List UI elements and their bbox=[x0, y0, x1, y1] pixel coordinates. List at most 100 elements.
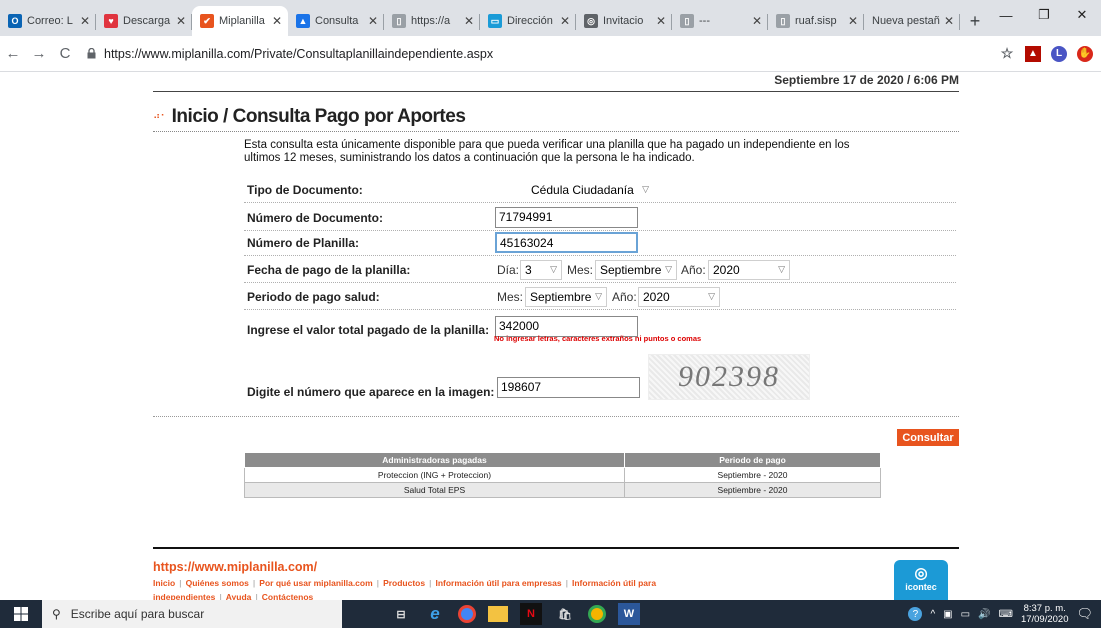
battery-icon[interactable]: ▭ bbox=[961, 609, 970, 620]
tab-title: --- bbox=[699, 15, 710, 27]
keyboard-icon[interactable]: ⌨ bbox=[999, 609, 1013, 620]
captcha-label: Digite el número que aparece en la image… bbox=[247, 385, 495, 399]
dia-label: Día: bbox=[497, 262, 520, 277]
browser-tab[interactable]: ▭ Dirección ✕ bbox=[480, 6, 576, 36]
forward-icon[interactable]: → bbox=[26, 41, 52, 67]
address-bar[interactable]: https://www.miplanilla.com/Private/Consu… bbox=[84, 41, 999, 67]
tab-close-icon[interactable]: ✕ bbox=[656, 14, 666, 28]
browser-tab[interactable]: ♥ Descarga ✕ bbox=[96, 6, 192, 36]
footer-link[interactable]: Información útil para empresas bbox=[435, 578, 561, 588]
tab-favicon-icon: ✔ bbox=[200, 14, 214, 28]
word-icon[interactable]: W bbox=[618, 603, 640, 625]
anio-select[interactable]: 2020 ▽ bbox=[708, 259, 790, 280]
breadcrumb-home[interactable]: Inicio bbox=[172, 106, 219, 127]
tab-close-icon[interactable]: ✕ bbox=[848, 14, 858, 28]
tipo-documento-value: Cédula Ciudadanía bbox=[531, 182, 634, 197]
tab-title: Consulta bbox=[315, 15, 359, 27]
tab-close-icon[interactable]: ✕ bbox=[368, 14, 378, 28]
browser-tab[interactable]: ◎ Invitacio ✕ bbox=[576, 6, 672, 36]
chrome-icon[interactable] bbox=[458, 605, 476, 623]
bookmark-star-icon[interactable]: ☆ bbox=[999, 45, 1015, 62]
captcha-input[interactable]: 198607 bbox=[497, 377, 640, 398]
tray-chevron-icon[interactable]: ^ bbox=[930, 609, 935, 620]
notifications-icon[interactable]: 🗨 bbox=[1076, 606, 1093, 622]
browser-tab[interactable]: O Correo: L ✕ bbox=[0, 6, 96, 36]
footer-link[interactable]: Ayuda bbox=[226, 592, 252, 600]
browser-tab[interactable]: ▲ Consulta ✕ bbox=[288, 6, 384, 36]
dia-value: 3 bbox=[525, 262, 532, 277]
profile-avatar[interactable]: L bbox=[1051, 45, 1067, 62]
breadcrumb-current: Consulta Pago por Aportes bbox=[232, 105, 466, 127]
browser-tab[interactable]: ▯ https://a ✕ bbox=[384, 6, 480, 36]
mes-select[interactable]: Septiembre ▽ bbox=[595, 259, 677, 280]
tipo-documento-select[interactable]: Cédula Ciudadanía ▽ bbox=[526, 180, 654, 200]
file-explorer-icon[interactable] bbox=[488, 606, 508, 622]
tab-close-icon[interactable]: ✕ bbox=[464, 14, 474, 28]
numero-planilla-input[interactable]: 45163024 bbox=[495, 232, 638, 253]
footer-link[interactable]: Productos bbox=[383, 578, 425, 588]
close-window-icon[interactable]: ✕ bbox=[1063, 0, 1101, 30]
tab-close-icon[interactable]: ✕ bbox=[944, 14, 954, 28]
footer-link[interactable]: Quiénes somos bbox=[186, 578, 249, 588]
row-tipo-documento: Tipo de Documento: Cédula Ciudadanía ▽ bbox=[244, 177, 956, 203]
extensions-area: ☆ ▲ L ✋ bbox=[999, 45, 1093, 62]
footer-url[interactable]: https://www.miplanilla.com/ bbox=[153, 560, 317, 574]
tab-close-icon[interactable]: ✕ bbox=[752, 14, 762, 28]
new-tab-button[interactable]: + bbox=[960, 6, 990, 36]
minimize-icon[interactable]: — bbox=[987, 0, 1025, 30]
footer-link-separator: | bbox=[376, 578, 380, 588]
tab-close-icon[interactable]: ✕ bbox=[560, 14, 570, 28]
browser-tab[interactable]: Nueva pestañ ✕ bbox=[864, 6, 960, 36]
dropdown-arrow-icon: ▽ bbox=[595, 291, 602, 301]
title-dots-icon: ⠴⠂ bbox=[153, 111, 168, 122]
back-icon[interactable]: ← bbox=[0, 41, 26, 67]
footer-link[interactable]: Por qué usar miplanilla.com bbox=[259, 578, 372, 588]
tab-close-icon[interactable]: ✕ bbox=[176, 14, 186, 28]
search-icon: ⚲ bbox=[52, 607, 61, 621]
footer-link-separator: | bbox=[565, 578, 568, 588]
taskbar-search-placeholder: Escribe aquí para buscar bbox=[70, 607, 205, 621]
edge-icon[interactable]: e bbox=[424, 603, 446, 625]
periodo-anio-select[interactable]: 2020 ▽ bbox=[638, 286, 720, 307]
browser-tab[interactable]: ▯ ruaf.sisp ✕ bbox=[768, 6, 864, 36]
task-view-icon[interactable]: ⊟ bbox=[390, 603, 412, 625]
periodo-mes-select[interactable]: Septiembre ▽ bbox=[525, 286, 607, 307]
tab-title: Correo: L bbox=[27, 15, 73, 27]
footer-link-separator: | bbox=[255, 592, 258, 600]
page-title: ⠴⠂ Inicio / Consulta Pago por Aportes bbox=[153, 102, 959, 132]
consultar-button[interactable]: Consultar bbox=[897, 429, 959, 446]
mes-value: Septiembre bbox=[600, 262, 662, 277]
tab-close-icon[interactable]: ✕ bbox=[272, 14, 282, 28]
pdf-extension-icon[interactable]: ▲ bbox=[1025, 45, 1041, 62]
table-row: Proteccion (ING + Proteccion) Septiembre… bbox=[244, 467, 881, 483]
periodo-anio-label: Año: bbox=[612, 289, 637, 304]
taskbar-search[interactable]: ⚲ Escribe aquí para buscar bbox=[42, 600, 342, 628]
adblock-icon[interactable]: ✋ bbox=[1077, 45, 1093, 62]
browser-tab[interactable]: ✔ Miplanilla ✕ bbox=[192, 6, 288, 36]
page-content: Septiembre 17 de 2020 / 6:06 PM ⠴⠂ Inici… bbox=[0, 72, 1101, 600]
column-header: Periodo de pago bbox=[624, 452, 881, 468]
column-header: Administradoras pagadas bbox=[244, 452, 625, 468]
tab-title: https://a bbox=[411, 15, 451, 27]
netflix-icon[interactable]: N bbox=[520, 603, 542, 625]
volume-icon[interactable]: 🔊 bbox=[978, 609, 990, 620]
footer-link[interactable]: Inicio bbox=[153, 578, 175, 588]
help-icon[interactable]: ? bbox=[908, 607, 923, 621]
dropdown-arrow-icon: ▽ bbox=[550, 264, 557, 274]
tab-favicon-icon: ♥ bbox=[104, 14, 118, 28]
numero-documento-input[interactable]: 71794991 bbox=[495, 207, 638, 228]
chrome-profile-icon[interactable] bbox=[588, 605, 606, 623]
dropdown-arrow-icon: ▽ bbox=[708, 291, 715, 301]
anio-value: 2020 bbox=[713, 262, 740, 277]
reload-icon[interactable]: C bbox=[52, 41, 78, 67]
network-icon[interactable]: ▣ bbox=[943, 609, 952, 620]
footer-link[interactable]: Contáctenos bbox=[262, 592, 313, 600]
footer-links: Inicio | Quiénes somos | Por qué usar miplan… bbox=[153, 576, 713, 600]
tab-close-icon[interactable]: ✕ bbox=[80, 14, 90, 28]
dia-select[interactable]: 3 ▽ bbox=[520, 259, 562, 280]
browser-tab[interactable]: ▯ --- ✕ bbox=[672, 6, 768, 36]
restore-icon[interactable]: ❐ bbox=[1025, 0, 1063, 30]
windows-start-icon[interactable] bbox=[0, 600, 42, 628]
store-icon[interactable]: 🛍 bbox=[554, 603, 576, 625]
taskbar-clock[interactable]: 8:37 p. m. 17/09/2020 bbox=[1021, 603, 1069, 625]
